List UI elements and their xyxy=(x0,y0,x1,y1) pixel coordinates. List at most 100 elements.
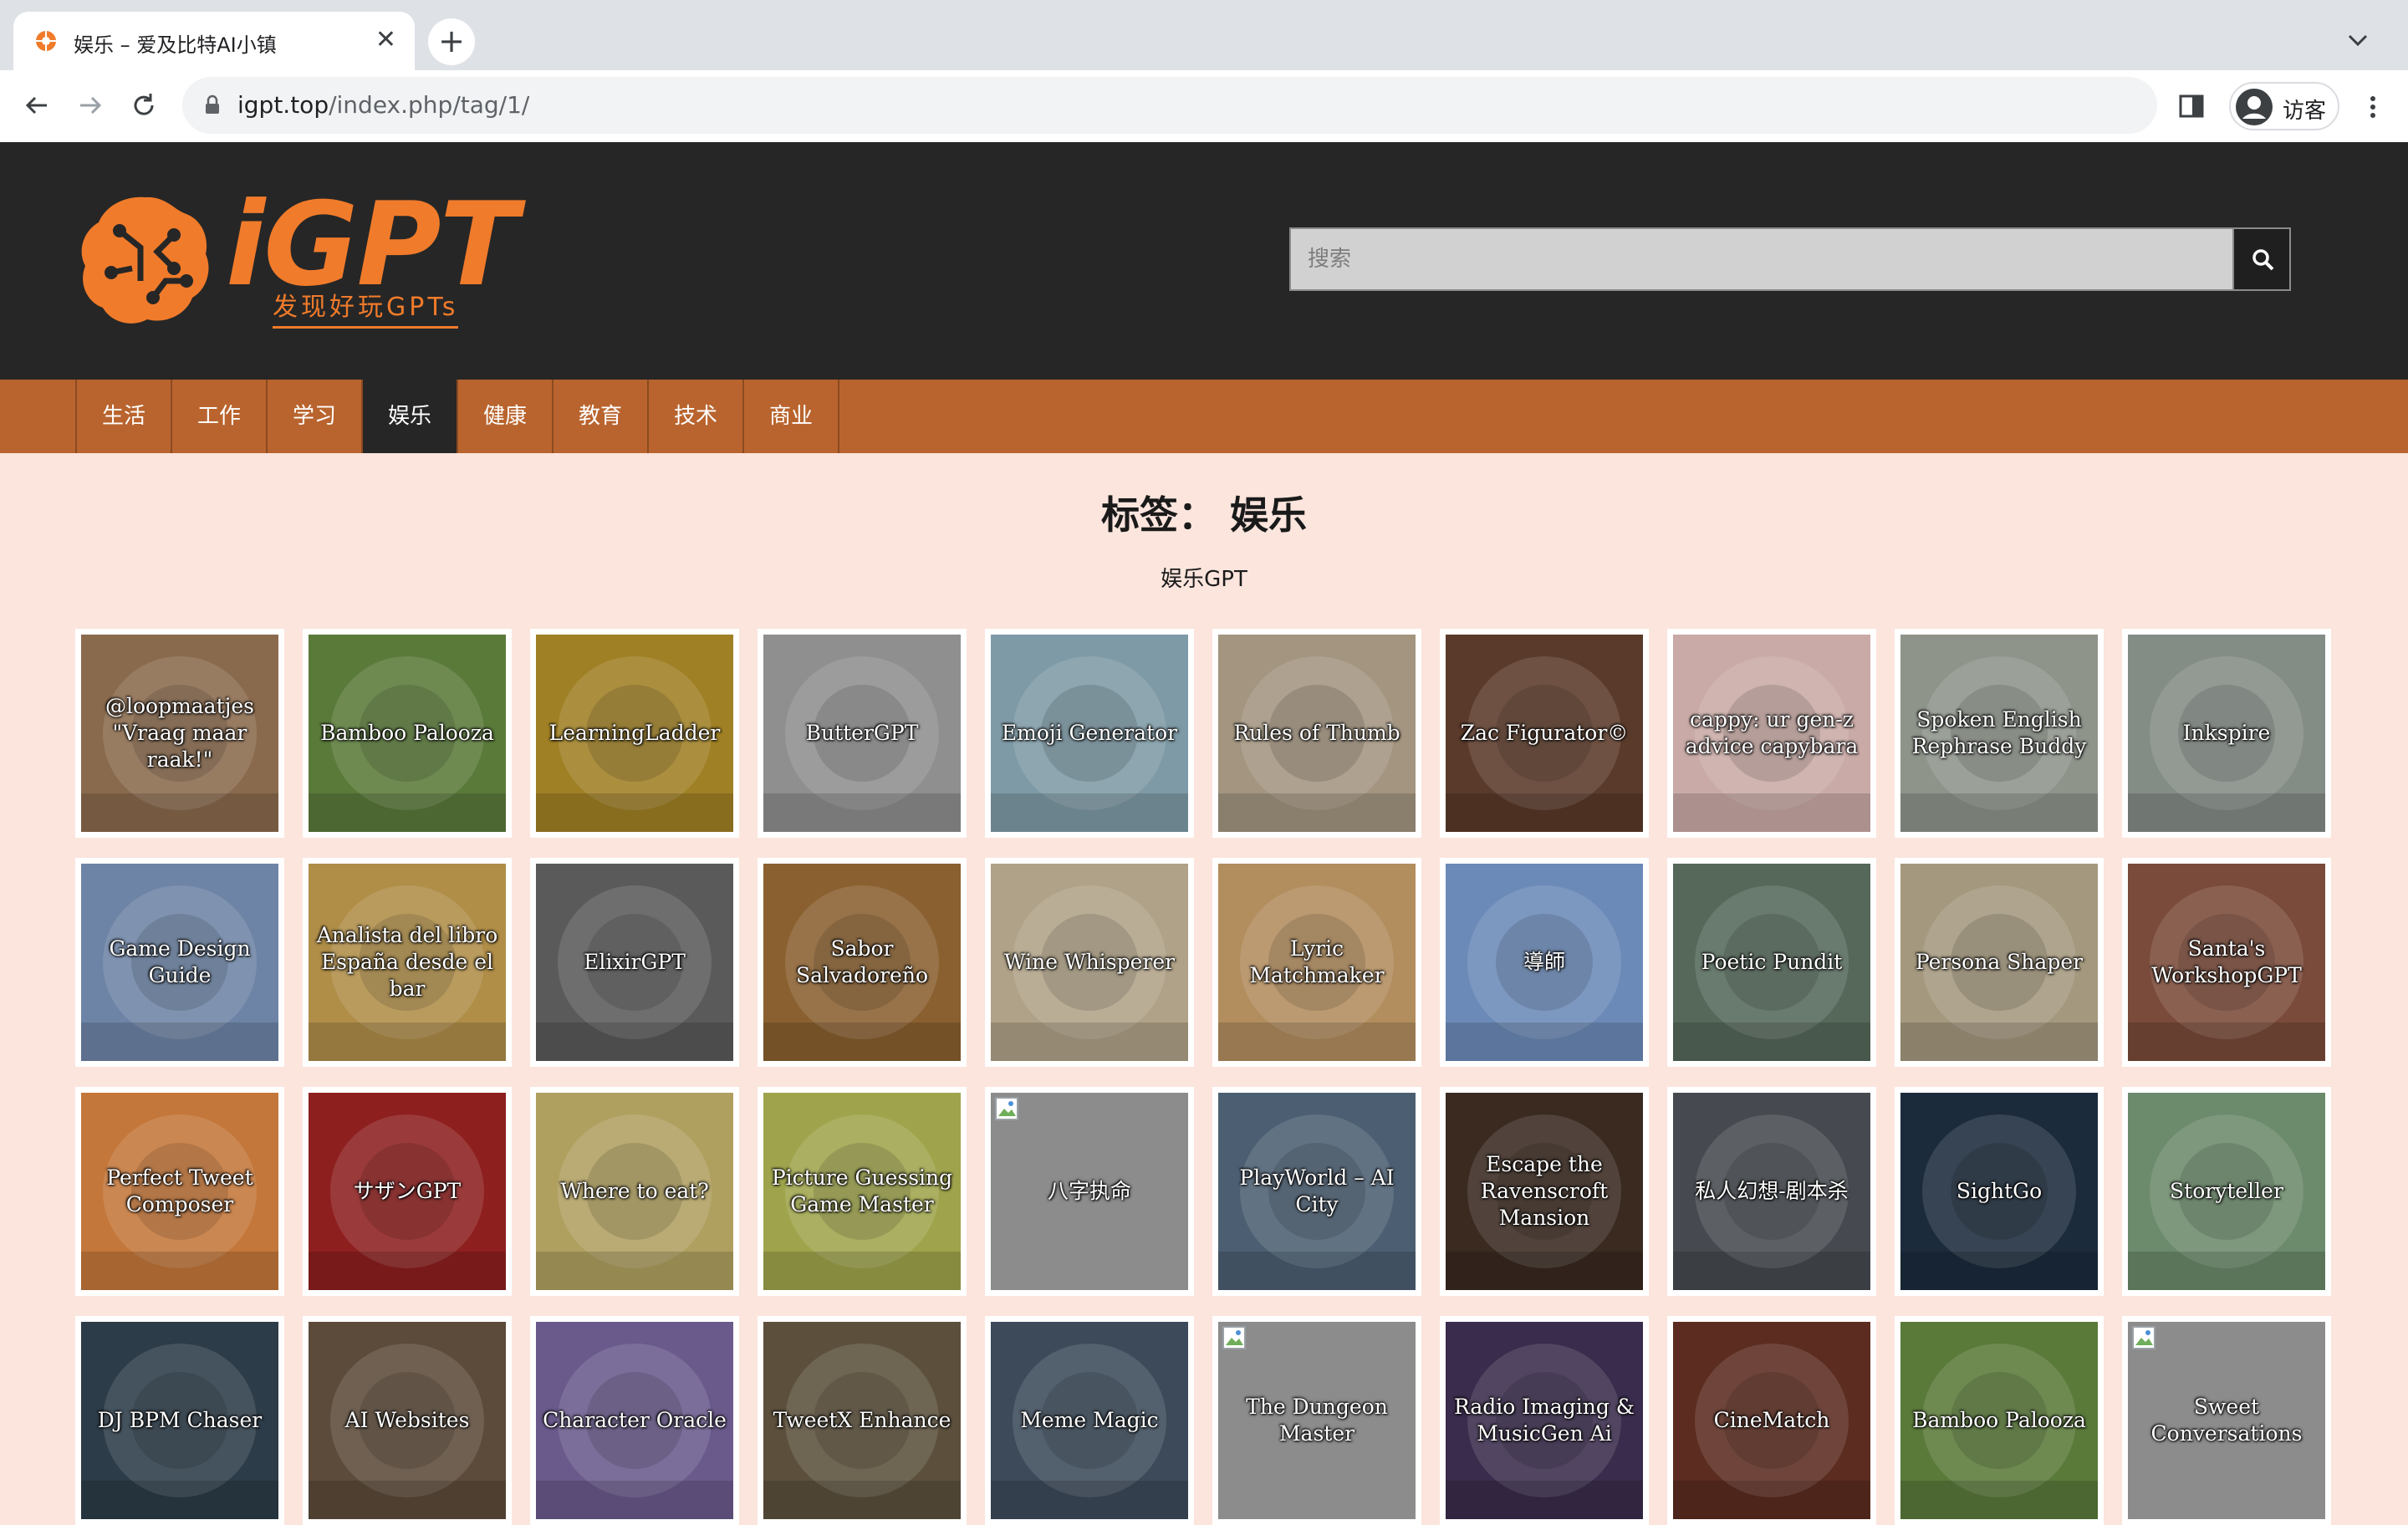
gpt-card-image[interactable]: Meme Magic xyxy=(991,1322,1188,1519)
gpt-card-image[interactable]: Bamboo Palooza xyxy=(309,635,506,832)
gpt-card[interactable]: Radio Imaging & MusicGen Ai xyxy=(1440,1316,1649,1525)
nav-item-6[interactable]: 技术 xyxy=(649,380,744,453)
gpt-card[interactable]: AI Websites xyxy=(303,1316,512,1525)
gpt-card-image[interactable]: Sabor Salvadoreño xyxy=(763,864,961,1061)
gpt-card[interactable]: ButterGPT xyxy=(758,629,967,838)
gpt-card-image[interactable]: Inkspire xyxy=(2128,635,2325,832)
gpt-card[interactable]: Where to eat? xyxy=(530,1087,739,1296)
gpt-card[interactable]: Picture Guessing Game Master xyxy=(758,1087,967,1296)
nav-item-1[interactable]: 工作 xyxy=(172,380,268,453)
address-bar[interactable]: igpt.top/index.php/tag/1/ xyxy=(182,77,2157,134)
new-tab-button[interactable]: + xyxy=(428,18,475,65)
gpt-card[interactable]: Lyric Matchmaker xyxy=(1212,858,1421,1067)
profile-button[interactable]: 访客 xyxy=(2229,82,2339,130)
gpt-card-image[interactable]: Wine Whisperer xyxy=(991,864,1188,1061)
gpt-card-image[interactable]: Lyric Matchmaker xyxy=(1218,864,1416,1061)
gpt-card[interactable]: Sabor Salvadoreño xyxy=(758,858,967,1067)
forward-arrow-icon[interactable] xyxy=(72,87,109,124)
browser-menu-icon[interactable] xyxy=(2356,90,2390,124)
gpt-card[interactable]: Meme Magic xyxy=(985,1316,1194,1525)
gpt-card-image[interactable]: cappy: ur gen-z advice capybara xyxy=(1673,635,1870,832)
gpt-card[interactable]: Perfect Tweet Composer xyxy=(75,1087,284,1296)
gpt-card[interactable]: SightGo xyxy=(1895,1087,2104,1296)
gpt-card-image[interactable]: Analista del libro España desde el bar xyxy=(309,864,506,1061)
gpt-card-image[interactable]: Radio Imaging & MusicGen Ai xyxy=(1446,1322,1643,1519)
gpt-card[interactable]: Game Design Guide xyxy=(75,858,284,1067)
gpt-card-image[interactable]: Zac Figurator© xyxy=(1446,635,1643,832)
back-arrow-icon[interactable] xyxy=(18,87,55,124)
gpt-card-image[interactable]: SightGo xyxy=(1900,1093,2098,1290)
gpt-card-image[interactable]: The Dungeon Master xyxy=(1218,1322,1416,1519)
gpt-card-image[interactable]: Character Oracle xyxy=(536,1322,733,1519)
gpt-card[interactable]: ElixirGPT xyxy=(530,858,739,1067)
nav-item-2[interactable]: 学习 xyxy=(268,380,363,453)
gpt-card[interactable]: 八字执命 xyxy=(985,1087,1194,1296)
search-button[interactable] xyxy=(2232,227,2291,291)
gpt-card-image[interactable]: Perfect Tweet Composer xyxy=(81,1093,278,1290)
gpt-card[interactable]: DJ BPM Chaser xyxy=(75,1316,284,1525)
gpt-card-image[interactable]: Game Design Guide xyxy=(81,864,278,1061)
gpt-card[interactable]: Wine Whisperer xyxy=(985,858,1194,1067)
gpt-card[interactable]: cappy: ur gen-z advice capybara xyxy=(1667,629,1876,838)
gpt-card-image[interactable]: Persona Shaper xyxy=(1900,864,2098,1061)
gpt-card-image[interactable]: ButterGPT xyxy=(763,635,961,832)
gpt-card[interactable]: Santa's WorkshopGPT xyxy=(2122,858,2331,1067)
gpt-card-image[interactable]: AI Websites xyxy=(309,1322,506,1519)
gpt-card-image[interactable]: Emoji Generator xyxy=(991,635,1188,832)
gpt-card[interactable]: サザンGPT xyxy=(303,1087,512,1296)
gpt-card[interactable]: CineMatch xyxy=(1667,1316,1876,1525)
gpt-card-image[interactable]: 私人幻想-剧本杀 xyxy=(1673,1093,1870,1290)
gpt-card-image[interactable]: Rules of Thumb xyxy=(1218,635,1416,832)
nav-item-4[interactable]: 健康 xyxy=(458,380,554,453)
gpt-card[interactable]: Rules of Thumb xyxy=(1212,629,1421,838)
gpt-card-image[interactable]: Where to eat? xyxy=(536,1093,733,1290)
gpt-card[interactable]: Escape the Ravenscroft Mansion xyxy=(1440,1087,1649,1296)
gpt-card[interactable]: Persona Shaper xyxy=(1895,858,2104,1067)
gpt-card[interactable]: Poetic Pundit xyxy=(1667,858,1876,1067)
gpt-card-image[interactable]: Poetic Pundit xyxy=(1673,864,1870,1061)
gpt-card[interactable]: LearningLadder xyxy=(530,629,739,838)
side-panel-icon[interactable] xyxy=(2177,92,2206,120)
nav-item-7[interactable]: 商业 xyxy=(744,380,839,453)
gpt-card[interactable]: Spoken English Rephrase Buddy xyxy=(1895,629,2104,838)
nav-item-0[interactable]: 生活 xyxy=(77,380,172,453)
gpt-card[interactable]: Sweet Conversations xyxy=(2122,1316,2331,1525)
gpt-card-image[interactable]: Santa's WorkshopGPT xyxy=(2128,864,2325,1061)
reload-icon[interactable] xyxy=(125,87,162,124)
gpt-card-image[interactable]: LearningLadder xyxy=(536,635,733,832)
browser-tab[interactable]: 娱乐 – 爱及比特AI小镇 ✕ xyxy=(13,12,415,70)
gpt-card-image[interactable]: DJ BPM Chaser xyxy=(81,1322,278,1519)
gpt-card-image[interactable]: TweetX Enhance xyxy=(763,1322,961,1519)
gpt-card[interactable]: Analista del libro España desde el bar xyxy=(303,858,512,1067)
tab-search-chevron-icon[interactable] xyxy=(2341,23,2375,57)
gpt-card[interactable]: Storyteller xyxy=(2122,1087,2331,1296)
gpt-card-image[interactable]: 導師 xyxy=(1446,864,1643,1061)
gpt-card[interactable]: Zac Figurator© xyxy=(1440,629,1649,838)
gpt-card[interactable]: Character Oracle xyxy=(530,1316,739,1525)
gpt-card-image[interactable]: Sweet Conversations xyxy=(2128,1322,2325,1519)
gpt-card-image[interactable]: Escape the Ravenscroft Mansion xyxy=(1446,1093,1643,1290)
gpt-card[interactable]: Emoji Generator xyxy=(985,629,1194,838)
gpt-card[interactable]: Bamboo Palooza xyxy=(1895,1316,2104,1525)
gpt-card[interactable]: @loopmaatjes "Vraag maar raak!" xyxy=(75,629,284,838)
nav-item-5[interactable]: 教育 xyxy=(554,380,649,453)
gpt-card-image[interactable]: CineMatch xyxy=(1673,1322,1870,1519)
gpt-card[interactable]: The Dungeon Master xyxy=(1212,1316,1421,1525)
lock-icon[interactable] xyxy=(201,94,224,117)
gpt-card[interactable]: Bamboo Palooza xyxy=(303,629,512,838)
gpt-card[interactable]: 導師 xyxy=(1440,858,1649,1067)
gpt-card-image[interactable]: Storyteller xyxy=(2128,1093,2325,1290)
gpt-card[interactable]: TweetX Enhance xyxy=(758,1316,967,1525)
gpt-card-image[interactable]: 八字执命 xyxy=(991,1093,1188,1290)
gpt-card-image[interactable]: @loopmaatjes "Vraag maar raak!" xyxy=(81,635,278,832)
gpt-card[interactable]: PlayWorld – AI City xyxy=(1212,1087,1421,1296)
gpt-card-image[interactable]: Spoken English Rephrase Buddy xyxy=(1900,635,2098,832)
gpt-card[interactable]: Inkspire xyxy=(2122,629,2331,838)
tab-close-icon[interactable]: ✕ xyxy=(375,27,396,54)
nav-item-3[interactable]: 娱乐 xyxy=(363,380,458,453)
gpt-card-image[interactable]: Picture Guessing Game Master xyxy=(763,1093,961,1290)
gpt-card-image[interactable]: Bamboo Palooza xyxy=(1900,1322,2098,1519)
gpt-card-image[interactable]: PlayWorld – AI City xyxy=(1218,1093,1416,1290)
site-logo[interactable]: iGPT 发现好玩GPTs xyxy=(74,182,559,333)
gpt-card[interactable]: 私人幻想-剧本杀 xyxy=(1667,1087,1876,1296)
